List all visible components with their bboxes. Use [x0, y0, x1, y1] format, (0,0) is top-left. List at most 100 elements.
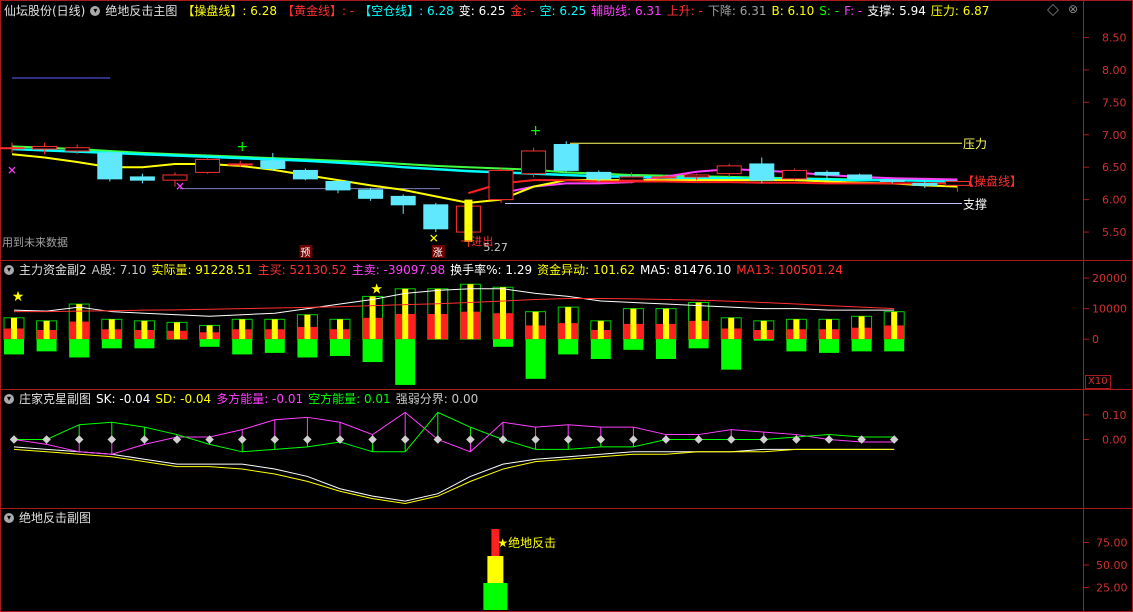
sub2-fields: SK: -0.04 SD: -0.04 多方能量: -0.01 空方能量: 0.01 强…: [96, 391, 483, 407]
candle-body: [0, 147, 25, 150]
star-marker: ★: [12, 289, 25, 305]
operate-line-label: 【操盘线】: [962, 173, 1022, 188]
y-tick-label: 7.00: [1102, 129, 1127, 142]
zero-diamond: [237, 435, 247, 444]
future-data-note: 用到未来数据: [2, 236, 68, 249]
zero-diamond: [563, 435, 573, 444]
header-field: 变: 6.25: [458, 4, 506, 18]
zero-diamond: [9, 435, 19, 444]
candle-body: [847, 174, 873, 180]
inflow-bar: [76, 304, 83, 340]
candle-body: [129, 176, 155, 181]
header-field: 实际量: 91228.51: [151, 263, 253, 277]
sell-bar: [199, 339, 220, 347]
collapse-icon[interactable]: ▾: [90, 6, 101, 16]
inflow-bar: [108, 319, 115, 340]
inflow-bar: [663, 308, 669, 340]
header-field: 【空仓线】: 6.28: [359, 4, 454, 18]
collapse-icon[interactable]: ▾: [4, 265, 14, 275]
sell-marker: ✕: [7, 163, 17, 177]
multiplier-label: X10: [1085, 375, 1111, 389]
sub2-y-axis: 0.10 0.00: [1083, 409, 1127, 446]
header-field: 金: -: [510, 4, 535, 18]
inflow-bar: [793, 319, 800, 340]
candle-body: [423, 204, 449, 230]
inflow-bar: [402, 288, 409, 340]
candle-body: [651, 176, 677, 179]
close-icon[interactable]: ⊗: [1068, 3, 1078, 15]
header-field: SK: -0.04: [96, 392, 151, 406]
zero-diamond: [270, 435, 280, 444]
inflow-bar: [271, 319, 278, 340]
collapse-icon[interactable]: ▾: [4, 394, 14, 404]
zero-diamond: [107, 435, 117, 444]
inflow-bar: [500, 287, 506, 340]
candle-body: [390, 195, 416, 206]
header-field: 支撑: 5.94: [867, 4, 926, 18]
sub2-indicator-name[interactable]: 庄家克星副图: [19, 391, 91, 407]
sell-bar: [330, 339, 350, 356]
header-field: A股: 7.10: [91, 263, 147, 277]
main-indicator-name[interactable]: 绝地反击主图: [105, 3, 177, 19]
panel-frames: [0, 0, 1133, 612]
ma13-line: [14, 298, 895, 313]
sub3-indicator-name[interactable]: 绝地反击副图: [19, 510, 91, 526]
y-tick-label: 75.00: [1096, 537, 1128, 550]
candle-body: [618, 176, 644, 181]
header-field: 换手率%: 1.29: [450, 263, 533, 277]
sell-bar: [753, 339, 774, 341]
candle-body: [292, 169, 318, 180]
y-tick-label: 0.10: [1102, 409, 1127, 422]
header-field: 下降: 6.31: [707, 4, 767, 18]
header-field: S: -: [819, 4, 840, 18]
inflow-bar: [826, 319, 832, 340]
sell-bar: [688, 339, 709, 349]
inflow-bar: [630, 308, 637, 340]
header-field: B: 6.10: [771, 4, 815, 18]
zero-diamond: [140, 435, 149, 444]
candle-body: [227, 163, 253, 166]
header-field: SD: -0.04: [155, 392, 212, 406]
plus-marker: +: [530, 123, 542, 139]
candle-body: [553, 143, 579, 171]
signal-box-label: 涨: [433, 247, 443, 259]
zero-diamond: [694, 435, 703, 444]
y-tick-label: 8.00: [1102, 64, 1127, 77]
zero-diamond: [759, 435, 769, 444]
inflow-bar: [891, 311, 898, 340]
y-tick-label: 6.50: [1102, 161, 1127, 174]
sub2-header: ▾ 庄家克星副图 SK: -0.04 SD: -0.04 多方能量: -0.01 空方…: [4, 391, 483, 407]
zero-diamond: [42, 435, 51, 444]
sell-bar: [297, 339, 318, 358]
sell-bar: [819, 339, 839, 353]
collapse-icon[interactable]: ▾: [4, 513, 14, 523]
candle-body: [814, 171, 840, 176]
sell-bar: [721, 339, 742, 370]
y-tick-label: 50.00: [1096, 559, 1128, 572]
main-price-panel: 压力支撑✕✕✕ 一进出5.27++【操盘线】预涨: [0, 77, 1022, 259]
plus-marker: +: [236, 139, 248, 155]
inflow-bar: [565, 307, 572, 340]
y-tick-label: 6.00: [1102, 194, 1127, 207]
capital-flow-panel: ★ ★: [3, 281, 905, 385]
pressure-label: 压力: [963, 137, 987, 151]
zero-diamond: [466, 435, 475, 444]
candle-body: [358, 189, 384, 199]
stock-label[interactable]: 仙坛股份(日线): [4, 3, 85, 19]
sub1-indicator-name[interactable]: 主力资金副2: [19, 262, 87, 278]
main-fields: 【操盘线】: 6.28 【黄金线】: - 【空仓线】: 6.28 变: 6.25 金: …: [182, 3, 994, 19]
sell-bar: [395, 339, 416, 385]
y-tick-label: 20000: [1092, 272, 1127, 285]
inflow-bar: [728, 317, 735, 340]
sub1-fields: A股: 7.10 实际量: 91228.51 主买: 52130.52 主卖: -39…: [92, 262, 848, 278]
inflow-bar: [760, 320, 767, 340]
signal-box-label: 预: [300, 247, 310, 259]
candle-body: [195, 158, 221, 173]
inflow-bar: [369, 296, 376, 340]
candle-body: [325, 180, 351, 191]
sell-marker: ✕: [175, 180, 185, 194]
main-y-axis: 8.50 8.00 7.50 7.00 6.50 6.00 5.50: [1083, 31, 1127, 239]
series-line-多方能量: [13, 411, 895, 455]
y-tick-label: 7.50: [1102, 96, 1127, 109]
inflow-bar: [695, 302, 702, 340]
